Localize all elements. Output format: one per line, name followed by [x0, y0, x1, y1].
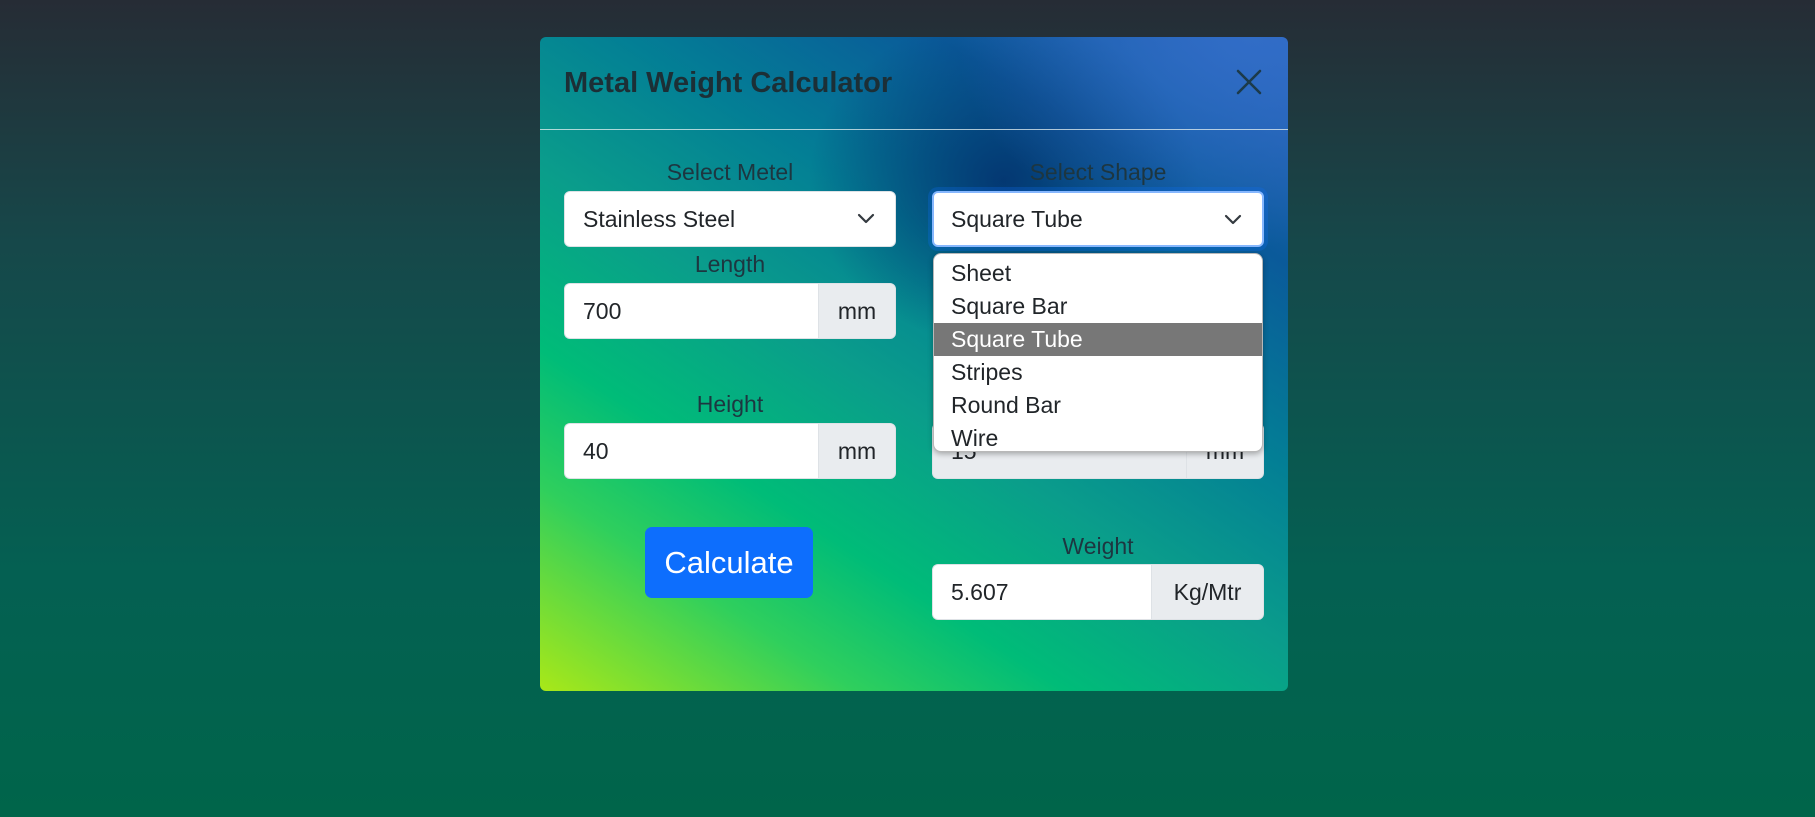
- modal-title: Metal Weight Calculator: [564, 67, 893, 99]
- select-shape-value: Square Tube: [951, 206, 1083, 232]
- close-button[interactable]: [1234, 67, 1264, 97]
- shape-option-square-tube[interactable]: Square Tube: [934, 323, 1262, 356]
- select-shape-label: Select Shape: [1029, 159, 1167, 185]
- shape-option-square-bar[interactable]: Square Bar: [934, 290, 1262, 323]
- height-input-group: 40 mm: [564, 423, 896, 479]
- shape-option-stripes[interactable]: Stripes: [934, 356, 1262, 389]
- select-metal-value: Stainless Steel: [583, 206, 736, 232]
- weight-output[interactable]: 5.607: [932, 564, 1151, 620]
- length-unit: mm: [818, 283, 896, 339]
- select-metal-dropdown[interactable]: Stainless Steel: [564, 191, 896, 247]
- shape-options-list: Sheet Square Bar Square Tube Stripes Rou…: [933, 253, 1263, 452]
- calculate-button[interactable]: Calculate: [645, 527, 813, 598]
- weight-input-group: 5.607 Kg/Mtr: [932, 564, 1264, 620]
- shape-option-wire[interactable]: Wire: [934, 422, 1262, 451]
- shape-option-round-bar[interactable]: Round Bar: [934, 389, 1262, 422]
- shape-option-sheet[interactable]: Sheet: [934, 257, 1262, 290]
- height-unit: mm: [818, 423, 896, 479]
- height-label: Height: [696, 391, 764, 417]
- length-label: Length: [694, 251, 766, 277]
- length-input[interactable]: 700: [564, 283, 818, 339]
- height-input[interactable]: 40: [564, 423, 818, 479]
- chevron-down-icon: [857, 213, 875, 224]
- chevron-down-icon: [1224, 214, 1242, 225]
- weight-label: Weight: [1062, 533, 1134, 559]
- weight-unit: Kg/Mtr: [1151, 564, 1264, 620]
- close-icon: [1236, 69, 1262, 95]
- select-metal-label: Select Metel: [666, 159, 794, 185]
- select-shape-dropdown[interactable]: Square Tube: [932, 191, 1264, 247]
- modal-header: Metal Weight Calculator: [540, 37, 1288, 130]
- length-input-group: 700 mm: [564, 283, 896, 339]
